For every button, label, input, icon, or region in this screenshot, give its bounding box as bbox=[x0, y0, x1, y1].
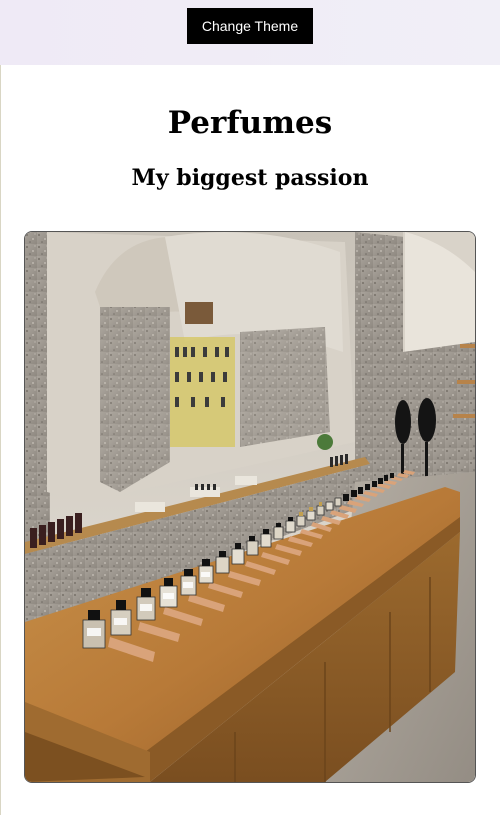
change-theme-button[interactable]: Change Theme bbox=[187, 8, 313, 44]
left-stone-wall bbox=[25, 232, 50, 572]
top-bar: Change Theme bbox=[0, 0, 500, 65]
page-subtitle: My biggest passion bbox=[131, 165, 369, 191]
perfume-shop-photo bbox=[24, 231, 476, 783]
stone-column bbox=[355, 232, 405, 492]
page-title: Perfumes bbox=[167, 105, 333, 141]
